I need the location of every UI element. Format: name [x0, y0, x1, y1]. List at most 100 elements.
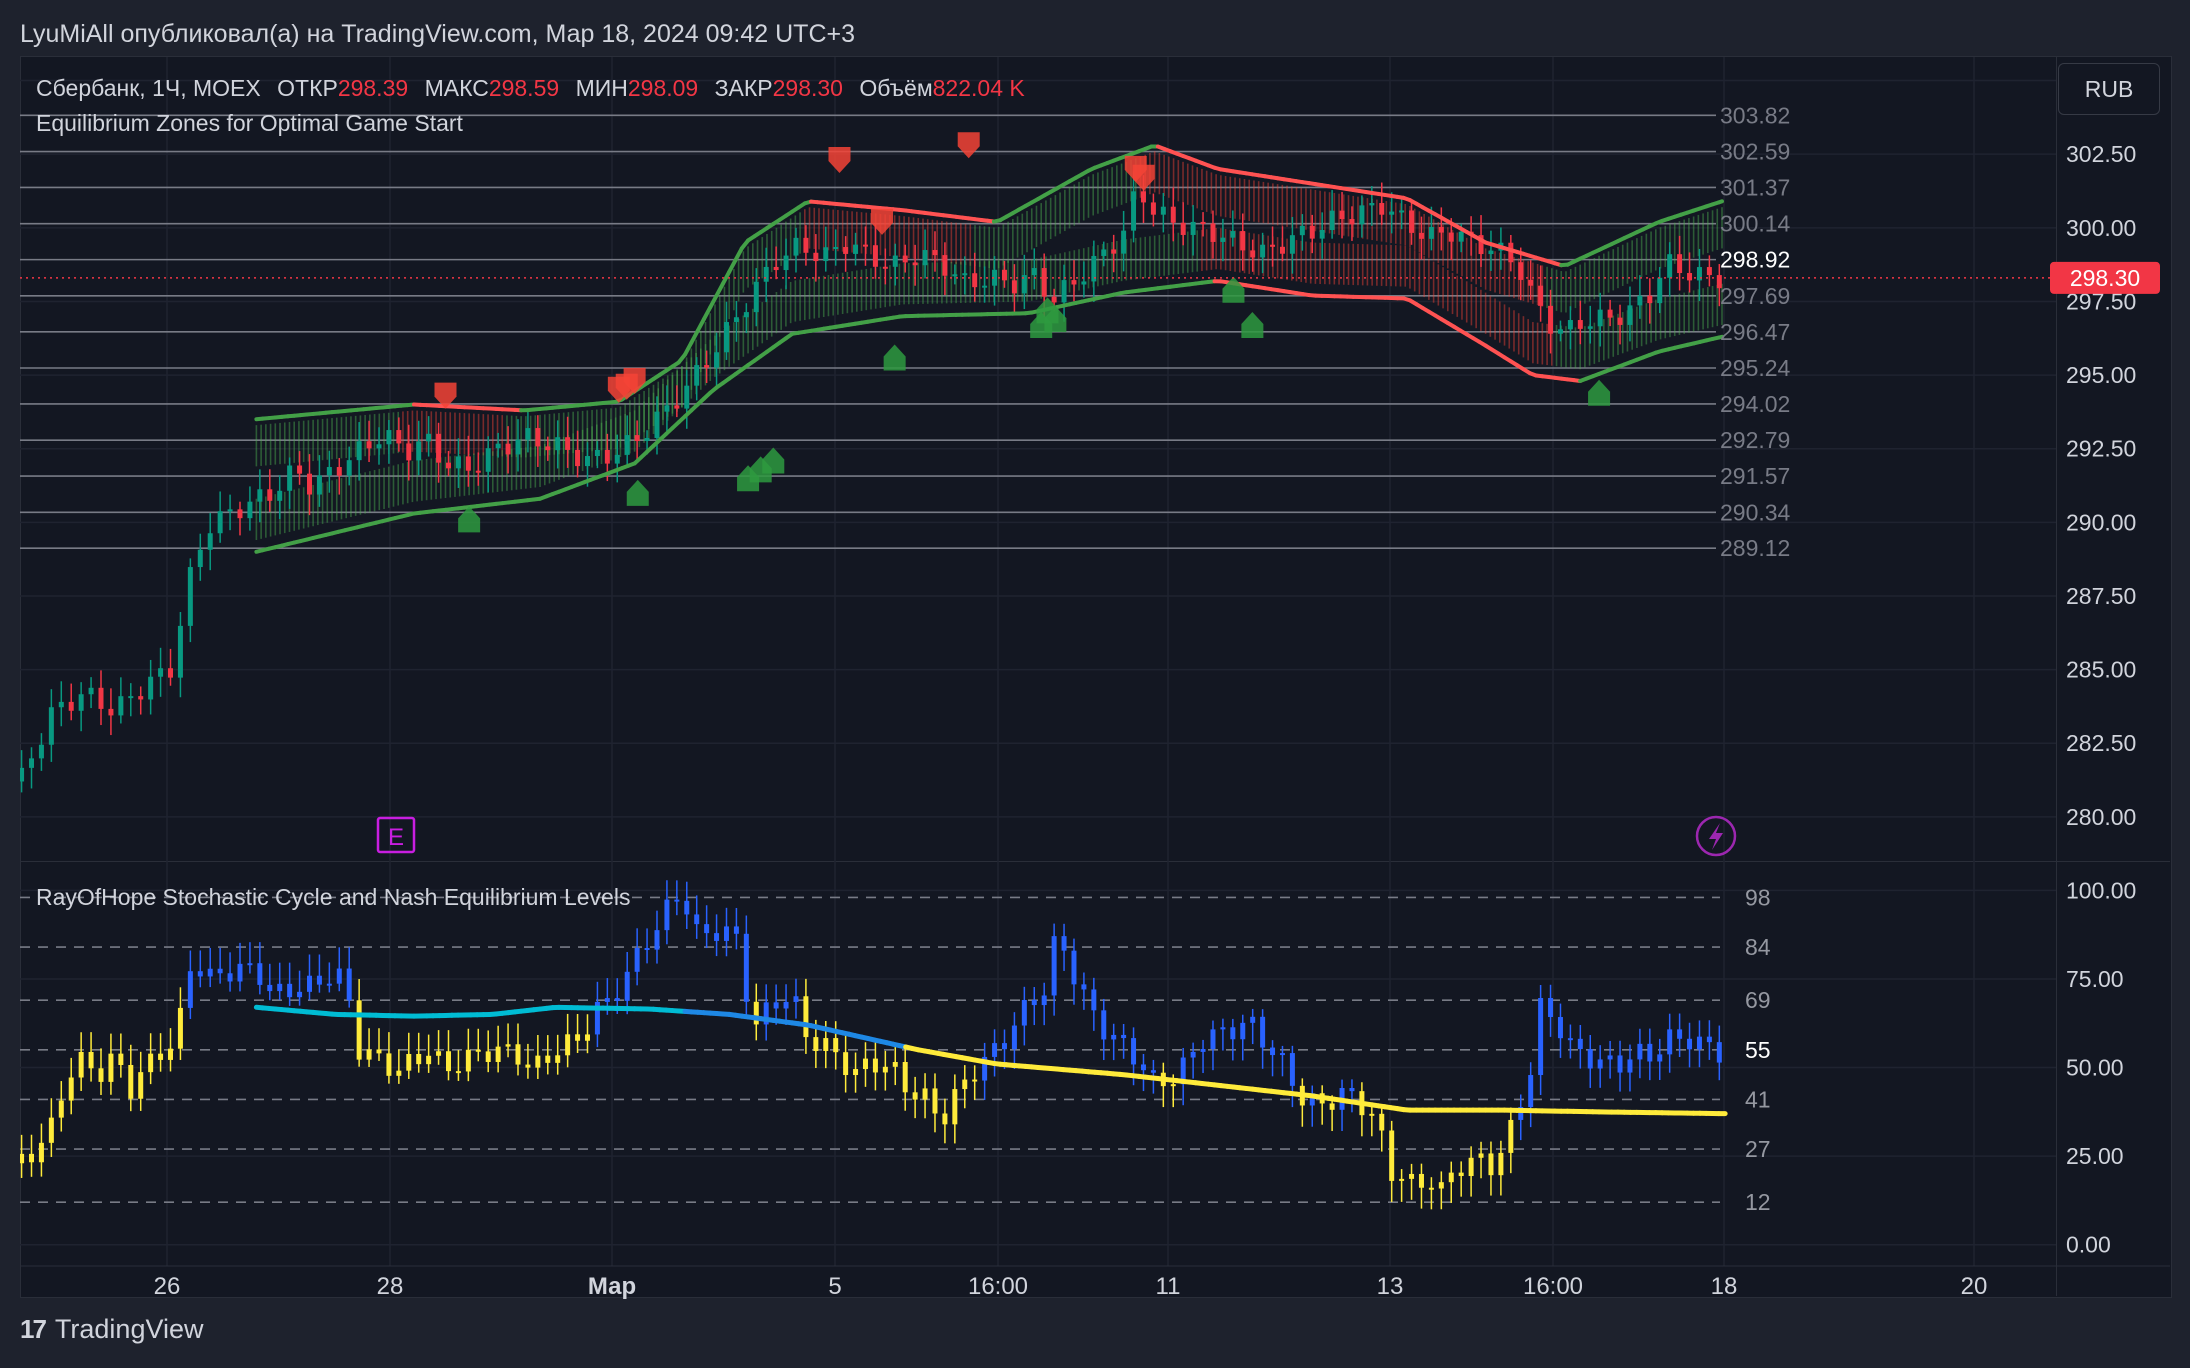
stoch-bar [664, 899, 670, 931]
stoch-bar [922, 1088, 928, 1100]
stoch-bar [20, 1153, 25, 1164]
symbol-name[interactable]: Сбербанк, 1Ч, MOEX [36, 75, 261, 101]
candle-body [58, 701, 64, 708]
nash-level-label: 84 [1745, 934, 1771, 960]
level-label: 303.82 [1720, 102, 1790, 128]
stoch-bar [1538, 998, 1544, 1076]
candle-body [1607, 309, 1613, 318]
chart-canvas[interactable]: 2628Мар516:00111316:001820305.00302.5030… [0, 0, 2190, 1368]
candle-body [1190, 221, 1196, 235]
currency-button[interactable]: RUB [2058, 63, 2160, 115]
stoch-bar [277, 983, 283, 992]
lightning-icon[interactable] [1695, 815, 1737, 857]
candle-body [813, 252, 819, 262]
candle-body [1319, 229, 1325, 239]
tradingview-footer[interactable]: 17 TradingView [20, 1314, 204, 1345]
stoch-bar [158, 1053, 164, 1060]
candle-body [1448, 232, 1454, 242]
stoch-bar [1131, 1038, 1137, 1065]
stoch-bar [1428, 1187, 1434, 1190]
stoch-bar [972, 1079, 978, 1082]
candle-body [1230, 231, 1236, 238]
level-label: 298.92 [1720, 247, 1790, 273]
stoch-bar [793, 996, 799, 1002]
y-tick-label: 285.00 [2066, 657, 2136, 683]
stoch-bar [445, 1051, 451, 1072]
stoch-bar [1488, 1153, 1494, 1176]
stoch-bar [1587, 1049, 1593, 1069]
candle-body [20, 767, 25, 782]
stoch-bar [714, 933, 720, 941]
candle-body [902, 255, 908, 263]
osc-y-tick-label: 0.00 [2066, 1232, 2111, 1258]
candle-body [1627, 305, 1633, 325]
level-label: 295.24 [1720, 355, 1791, 381]
candle-body [972, 273, 978, 288]
stoch-bar [1508, 1119, 1514, 1153]
stoch-bar [267, 984, 273, 992]
current-price-label: 298.30 [2070, 265, 2140, 291]
stoch-bar [68, 1077, 74, 1101]
candle-body [177, 625, 183, 678]
candle-body [1001, 269, 1007, 281]
stoch-bar [416, 1053, 422, 1065]
stoch-bar [813, 1037, 819, 1051]
candle-body [872, 245, 878, 267]
stoch-bar [515, 1044, 521, 1065]
stoch-bar [386, 1053, 392, 1076]
candle-body [1458, 231, 1464, 242]
candle-body [684, 385, 690, 409]
candle-body [922, 250, 928, 266]
stoch-bar [644, 948, 650, 951]
candle-body [237, 509, 243, 519]
stoch-bar [108, 1053, 114, 1082]
level-label: 291.57 [1720, 463, 1790, 489]
stoch-bar [426, 1055, 432, 1065]
candle-body [287, 465, 293, 491]
candle-body [1299, 225, 1305, 236]
candle-body [594, 449, 600, 457]
stoch-bar [1230, 1027, 1236, 1040]
indicator-legend-zones[interactable]: Equilibrium Zones for Optimal Game Start [36, 110, 463, 137]
candle-body [743, 312, 749, 318]
stoch-bar [743, 933, 749, 1002]
low-label: МИН [575, 75, 628, 101]
symbol-legend[interactable]: Сбербанк, 1Ч, MOEX ОТКР298.39 МАКС298.59… [36, 75, 1025, 102]
earnings-marker[interactable]: E [376, 816, 416, 854]
indicator-legend-stochastic[interactable]: RayOfHope Stochastic Cycle and Nash Equi… [36, 884, 630, 911]
candle-body [78, 694, 84, 711]
stoch-bar [495, 1046, 501, 1062]
candle-body [1677, 254, 1683, 274]
stoch-bar [436, 1051, 442, 1056]
nash-level-label: 12 [1745, 1189, 1771, 1215]
candle-body [356, 441, 362, 461]
stoch-bar [48, 1117, 54, 1143]
x-tick-label: 28 [377, 1273, 404, 1300]
y-tick-label: 292.50 [2066, 436, 2136, 462]
x-tick-label: 26 [154, 1273, 181, 1300]
candle-body [297, 465, 303, 474]
candle-body [565, 437, 571, 450]
candle-body [1081, 281, 1087, 285]
candle-body [1200, 221, 1206, 224]
stoch-bar [684, 900, 690, 915]
stoch-bar [1379, 1113, 1385, 1131]
candle-body [267, 489, 273, 501]
candle-body [793, 237, 799, 256]
candle-body [118, 696, 124, 716]
stoch-bar [773, 1002, 779, 1009]
stoch-bar [932, 1088, 938, 1114]
candle-body [1051, 296, 1057, 303]
stoch-bar [1170, 1084, 1176, 1087]
upper-curve [683, 340, 694, 357]
stoch-bar [1270, 1047, 1276, 1056]
close-label: ЗАКР [714, 75, 773, 101]
oscillator-pane [20, 880, 1728, 1210]
stoch-bar [237, 963, 243, 982]
candle-body [98, 687, 104, 709]
event-markers[interactable]: E [376, 815, 1737, 857]
stoch-bar [1111, 1034, 1117, 1040]
stoch-bar [1220, 1027, 1226, 1030]
candle-body [316, 475, 322, 495]
stoch-bar [1240, 1022, 1246, 1040]
